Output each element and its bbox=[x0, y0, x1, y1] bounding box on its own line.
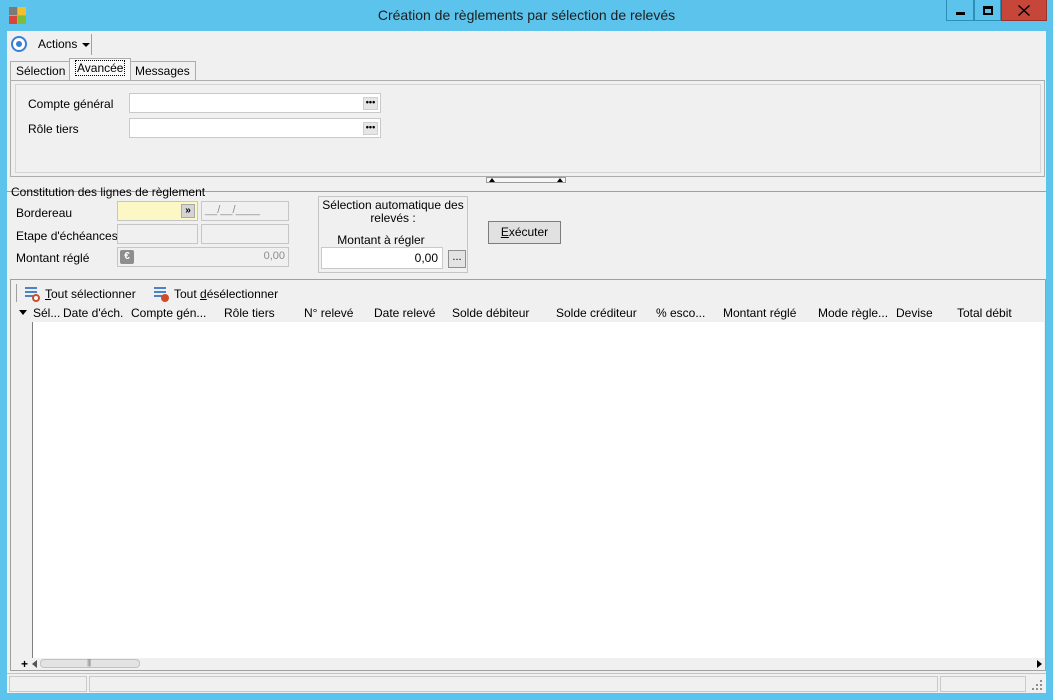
maximize-button[interactable] bbox=[974, 0, 1001, 21]
double-chevron-down-icon[interactable]: » bbox=[181, 204, 195, 218]
deselect-all-prefix: Tout bbox=[174, 287, 201, 301]
role-tiers-lookup-button[interactable]: ••• bbox=[363, 122, 378, 135]
column-header[interactable]: Solde créditeur bbox=[556, 306, 637, 320]
toolbar-separator bbox=[91, 34, 92, 55]
column-header[interactable]: Solde débiteur bbox=[452, 306, 529, 320]
auto-selection-group: Sélection automatique des relevés : Mont… bbox=[318, 196, 468, 273]
montant-a-regler-ellipsis-button[interactable]: ... bbox=[448, 250, 466, 268]
navigation-icon[interactable] bbox=[11, 36, 27, 52]
executer-label-rest: xécuter bbox=[508, 225, 549, 239]
app-window: Création de règlements par sélection de … bbox=[0, 0, 1053, 700]
deselect-all-icon bbox=[153, 286, 169, 302]
close-button[interactable] bbox=[1001, 0, 1047, 21]
close-icon bbox=[1018, 4, 1030, 16]
bordereau-label: Bordereau bbox=[16, 206, 73, 220]
tab-label: Messages bbox=[135, 64, 190, 78]
montant-regle-field: € 0,00 bbox=[117, 247, 289, 267]
column-header[interactable]: Rôle tiers bbox=[224, 306, 275, 320]
bordereau-combo[interactable]: » bbox=[117, 201, 198, 221]
deselect-all-label: Tout désélectionner bbox=[174, 287, 278, 301]
column-header[interactable]: % esco... bbox=[656, 306, 705, 320]
select-all-rest: out sélectionner bbox=[51, 287, 136, 301]
window-title: Création de règlements par sélection de … bbox=[377, 7, 676, 23]
advanced-tab-panel: Compte général ••• Rôle tiers ••• bbox=[10, 80, 1045, 177]
grid-column-header: Sél... Date d'éch. Compte gén... Rôle ti… bbox=[32, 304, 1044, 322]
column-header[interactable]: Sél... bbox=[33, 306, 60, 320]
advanced-panel-frame: Compte général ••• Rôle tiers ••• bbox=[15, 84, 1041, 173]
tab-avancee[interactable]: Avancée bbox=[69, 58, 132, 80]
column-header[interactable]: Date relevé bbox=[374, 306, 435, 320]
compte-general-label: Compte général bbox=[28, 97, 114, 111]
etape-echeances-field-2 bbox=[201, 224, 289, 244]
status-panel bbox=[89, 676, 938, 692]
column-header[interactable]: Montant réglé bbox=[723, 306, 796, 320]
tab-selection[interactable]: Sélection bbox=[10, 61, 72, 80]
title-bar[interactable]: Création de règlements par sélection de … bbox=[0, 0, 1053, 31]
deselect-all-button[interactable]: Tout désélectionner bbox=[153, 286, 278, 302]
minimize-icon bbox=[955, 11, 965, 15]
status-panel bbox=[940, 676, 1026, 692]
main-toolbar: Actions bbox=[7, 31, 1046, 57]
grid-row-header bbox=[13, 304, 32, 659]
tab-label: Avancée bbox=[75, 60, 126, 76]
maximize-icon bbox=[982, 5, 993, 15]
scroll-right-icon[interactable] bbox=[1037, 660, 1042, 668]
column-header[interactable]: Date d'éch. bbox=[63, 306, 123, 320]
deselect-all-mnemonic: d bbox=[200, 287, 207, 301]
column-header[interactable]: Mode règle... bbox=[818, 306, 888, 320]
executer-label-mnemonic: E bbox=[500, 225, 509, 239]
montant-regle-label: Montant réglé bbox=[16, 251, 90, 265]
minimize-button[interactable] bbox=[946, 0, 974, 21]
bordereau-date: __/__/____ bbox=[201, 201, 289, 221]
etape-echeances-field bbox=[117, 224, 198, 244]
tab-messages[interactable]: Messages bbox=[129, 61, 196, 80]
scroll-left-icon[interactable] bbox=[32, 660, 37, 668]
add-row-button[interactable]: + bbox=[21, 657, 28, 671]
column-header[interactable]: Compte gén... bbox=[131, 306, 206, 320]
grip-icon: ||| bbox=[87, 658, 91, 667]
etape-echeances-label: Etape d'échéances bbox=[16, 229, 118, 243]
panel-splitter[interactable] bbox=[486, 177, 566, 183]
select-all-icon bbox=[24, 286, 40, 302]
montant-a-regler-input[interactable]: 0,00 bbox=[321, 247, 443, 269]
chevron-down-icon[interactable] bbox=[19, 310, 27, 315]
select-all-label: Tout sélectionner bbox=[45, 287, 136, 301]
constitution-group-title: Constitution des lignes de règlement bbox=[11, 185, 206, 199]
releves-grid-panel: Tout sélectionner Tout désélectionner Sé… bbox=[10, 279, 1046, 671]
collapse-up-icon bbox=[489, 178, 495, 182]
select-all-button[interactable]: Tout sélectionner bbox=[24, 286, 136, 302]
compte-general-lookup-button[interactable]: ••• bbox=[363, 97, 378, 110]
toolbar-separator bbox=[16, 284, 17, 302]
status-panel bbox=[9, 676, 87, 692]
grid-toolbar: Tout sélectionner Tout désélectionner bbox=[11, 280, 1045, 306]
column-header[interactable]: N° relevé bbox=[304, 306, 353, 320]
collapse-up-icon bbox=[557, 178, 563, 182]
euro-icon: € bbox=[120, 250, 134, 264]
compte-general-input[interactable]: ••• bbox=[129, 93, 381, 113]
actions-menu[interactable]: Actions bbox=[38, 37, 91, 51]
montant-regle-value: 0,00 bbox=[263, 250, 285, 262]
horizontal-scrollbar[interactable]: + ||| bbox=[21, 657, 1044, 671]
status-bar bbox=[7, 673, 1046, 693]
auto-selection-title: Sélection automatique des relevés : bbox=[322, 198, 464, 225]
column-header[interactable]: Devise bbox=[896, 306, 933, 320]
resize-grip-icon[interactable] bbox=[1032, 680, 1042, 690]
role-tiers-input[interactable]: ••• bbox=[129, 118, 381, 138]
deselect-all-rest: ésélectionner bbox=[206, 287, 279, 301]
executer-button[interactable]: Exécuter bbox=[488, 221, 561, 244]
column-header[interactable]: Total débit bbox=[957, 306, 1012, 320]
releves-grid-body[interactable] bbox=[32, 304, 1044, 659]
tab-label: Sélection bbox=[16, 64, 66, 78]
chevron-down-icon bbox=[82, 43, 91, 47]
actions-menu-label: Actions bbox=[38, 37, 78, 51]
role-tiers-label: Rôle tiers bbox=[28, 122, 79, 136]
client-area: Actions Sélection Avancée Messages Compt… bbox=[7, 31, 1046, 693]
montant-a-regler-label: Montant à régler bbox=[337, 233, 425, 247]
